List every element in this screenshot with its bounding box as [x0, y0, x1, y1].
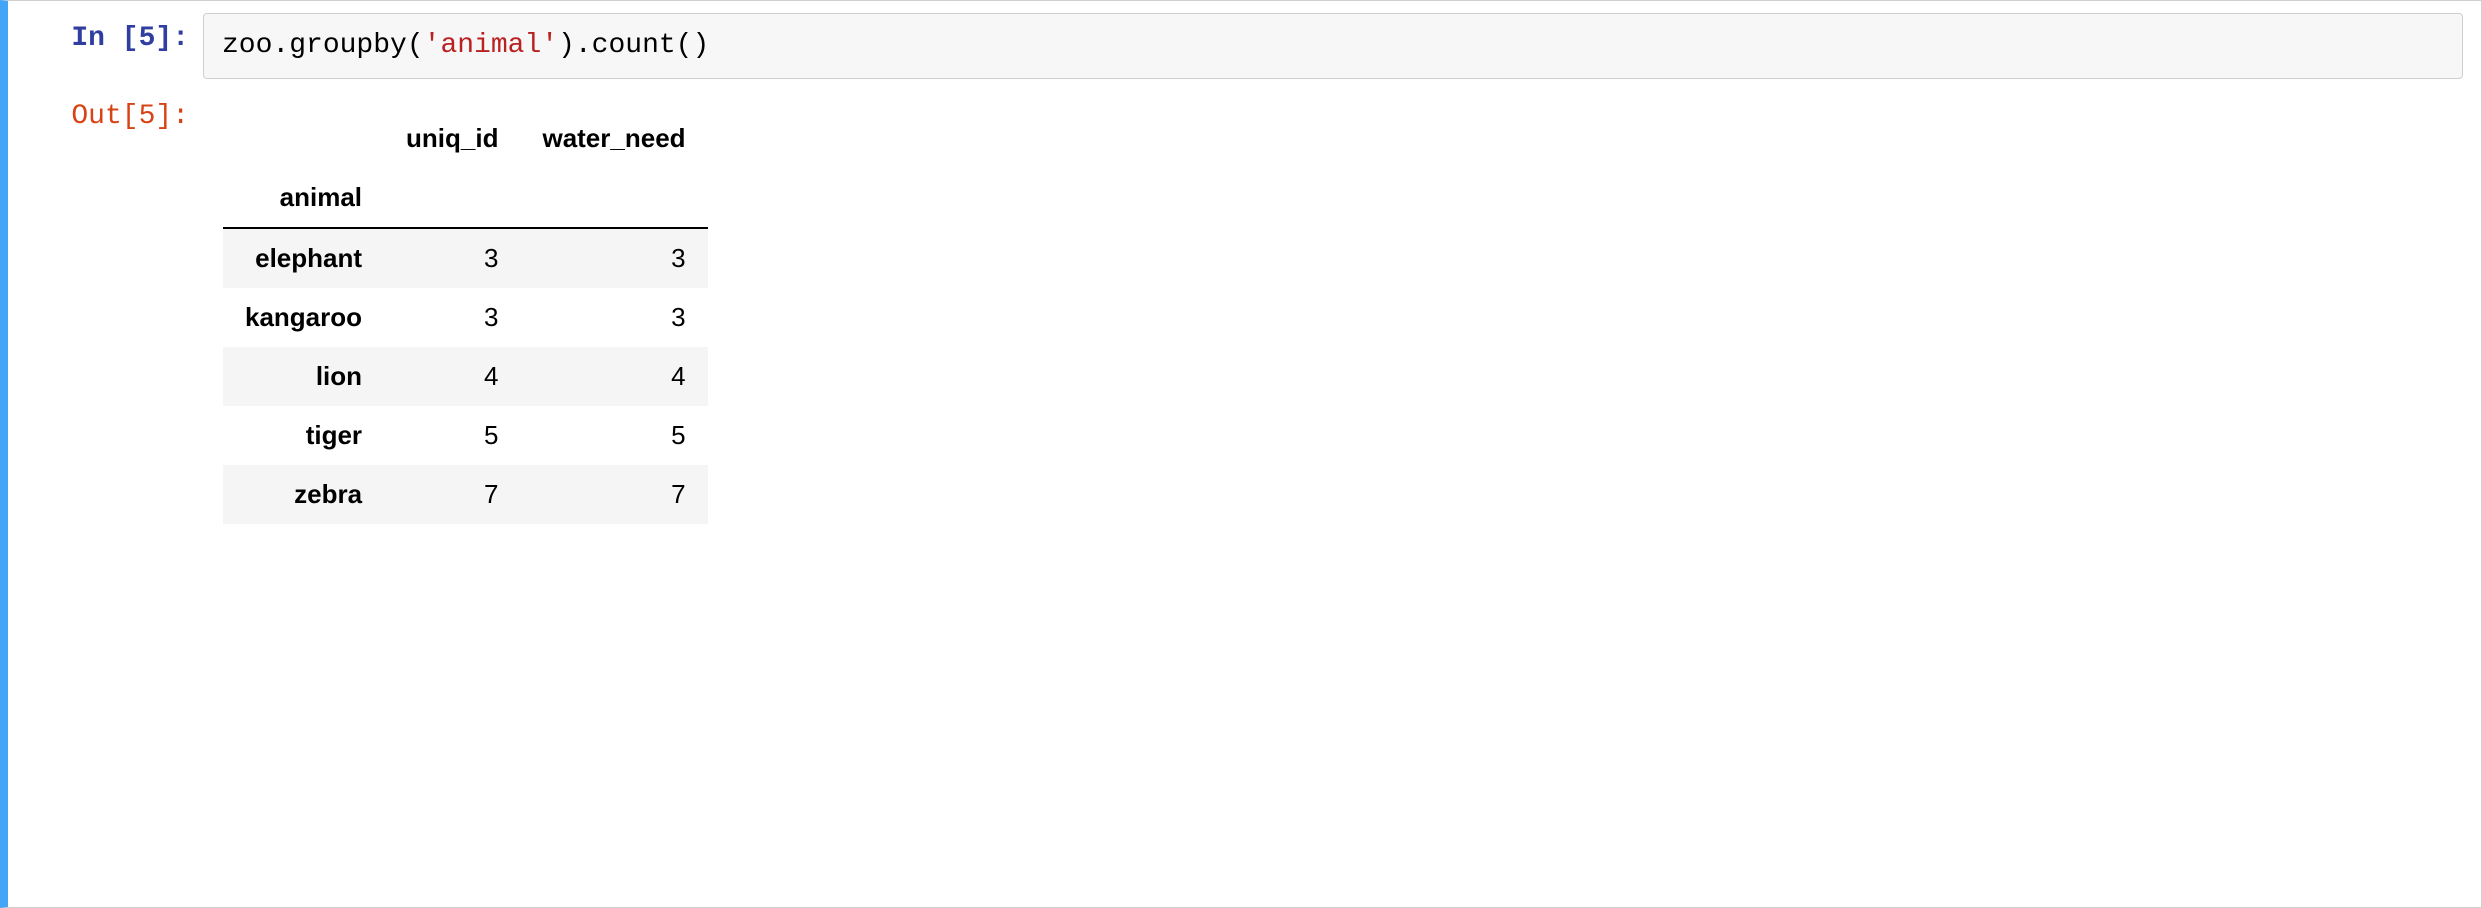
code-string-literal: 'animal' [424, 30, 558, 61]
table-row: tiger 5 5 [223, 406, 708, 465]
out-number: 5 [139, 101, 156, 132]
output-prompt: Out[5]: [8, 79, 203, 132]
col-header: uniq_id [384, 109, 520, 168]
row-index: kangaroo [223, 288, 384, 347]
in-suffix: ]: [155, 23, 189, 54]
in-prefix: In [ [71, 23, 138, 54]
table-row: zebra 7 7 [223, 465, 708, 524]
table-row: elephant 3 3 [223, 228, 708, 288]
row-index: tiger [223, 406, 384, 465]
header-blank [520, 168, 707, 228]
input-prompt: In [5]: [8, 1, 203, 54]
row-index: elephant [223, 228, 384, 288]
cell-value: 5 [520, 406, 707, 465]
cell-value: 3 [384, 288, 520, 347]
header-blank [384, 168, 520, 228]
dataframe-table: uniq_id water_need animal elephant 3 3 [223, 109, 708, 524]
code-post: ).count() [558, 30, 709, 61]
cell-value: 4 [384, 347, 520, 406]
cell-value: 4 [520, 347, 707, 406]
cell-value: 3 [384, 228, 520, 288]
input-row: In [5]: zoo.groupby('animal').count() [8, 1, 2481, 79]
cell-value: 3 [520, 288, 707, 347]
header-row: uniq_id water_need [223, 109, 708, 168]
table-row: kangaroo 3 3 [223, 288, 708, 347]
in-number: 5 [139, 23, 156, 54]
out-prefix: Out[ [71, 101, 138, 132]
cell-value: 7 [384, 465, 520, 524]
index-name-row: animal [223, 168, 708, 228]
code-pre: zoo.groupby( [222, 30, 424, 61]
code-input[interactable]: zoo.groupby('animal').count() [203, 13, 2463, 79]
cell-value: 7 [520, 465, 707, 524]
output-area: uniq_id water_need animal elephant 3 3 [203, 79, 2481, 524]
output-row: Out[5]: uniq_id water_need animal [8, 79, 2481, 524]
row-index: zebra [223, 465, 384, 524]
row-index: lion [223, 347, 384, 406]
notebook-cell: In [5]: zoo.groupby('animal').count() Ou… [0, 0, 2482, 908]
col-header: water_need [520, 109, 707, 168]
out-suffix: ]: [155, 101, 189, 132]
header-blank [223, 109, 384, 168]
table-row: lion 4 4 [223, 347, 708, 406]
index-name: animal [223, 168, 384, 228]
cell-value: 3 [520, 228, 707, 288]
cell-value: 5 [384, 406, 520, 465]
